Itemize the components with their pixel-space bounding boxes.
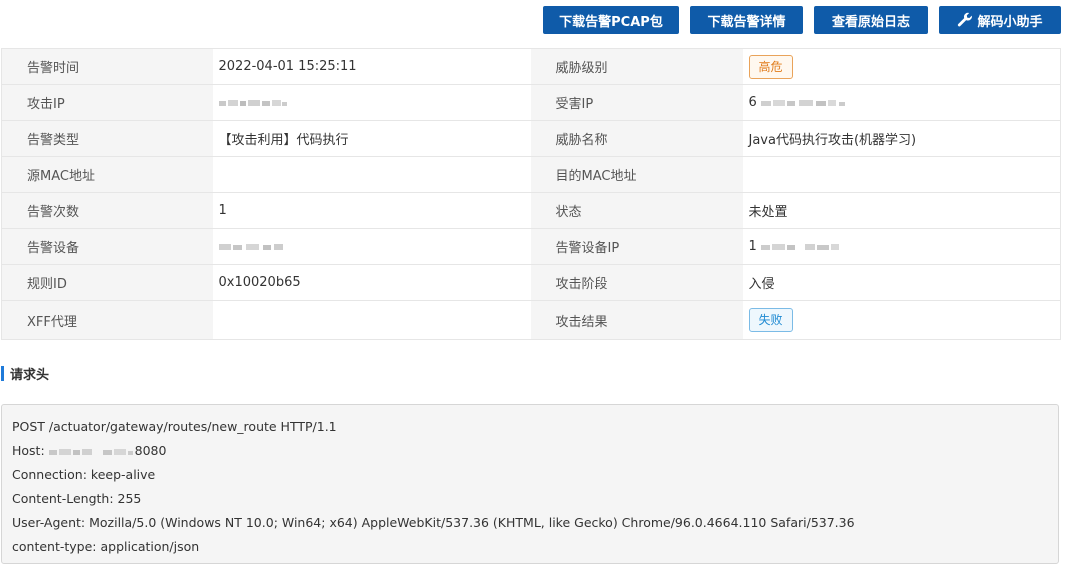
attack-ip-cell xyxy=(212,84,531,121)
status-label: 状态 xyxy=(530,192,743,229)
threat-level-badge: 高危 xyxy=(748,54,793,79)
status-value: 未处置 xyxy=(742,192,1061,229)
section-accent-bar xyxy=(1,366,4,381)
alert-device-ip-redacted xyxy=(760,243,839,250)
victim-ip-redacted xyxy=(760,99,845,106)
table-row: 告警时间 2022-04-01 15:25:11 威胁级别 高危 xyxy=(1,48,1061,85)
table-row: 攻击IP 受害IP 6 xyxy=(1,84,1061,121)
table-row: 告警次数 1 状态 未处置 xyxy=(1,192,1061,229)
content-length-line: Content-Length: 255 xyxy=(12,491,142,506)
attack-result-label: 攻击结果 xyxy=(530,300,743,340)
table-row: 规则ID 0x10020b65 攻击阶段 入侵 xyxy=(1,264,1061,301)
request-header-box[interactable]: POST /actuator/gateway/routes/new_route … xyxy=(1,404,1059,564)
download-detail-button[interactable]: 下载告警详情 xyxy=(690,6,803,34)
victim-ip-cell: 6 xyxy=(742,84,1061,121)
alert-device-ip-label: 告警设备IP xyxy=(530,228,743,265)
view-raw-log-button[interactable]: 查看原始日志 xyxy=(814,6,928,34)
request-header-section-title: 请求头 xyxy=(1,366,50,383)
host-redacted xyxy=(48,448,133,455)
victim-ip-prefix: 6 xyxy=(748,95,757,110)
wrench-icon xyxy=(957,12,973,28)
xff-label: XFF代理 xyxy=(1,300,213,340)
alert-time-value: 2022-04-01 15:25:11 xyxy=(212,48,531,85)
dst-mac-value xyxy=(742,156,1061,193)
alert-device-ip-cell: 1 xyxy=(742,228,1061,265)
alert-type-value: 【攻击利用】代码执行 xyxy=(212,120,531,157)
table-row: 告警类型 【攻击利用】代码执行 威胁名称 Java代码执行攻击(机器学习) xyxy=(1,120,1061,157)
attack-ip-label: 攻击IP xyxy=(1,84,213,121)
rule-id-label: 规则ID xyxy=(1,264,213,301)
alert-count-value: 1 xyxy=(212,192,531,229)
decode-helper-label: 解码小助手 xyxy=(977,14,1043,30)
alert-time-label: 告警时间 xyxy=(1,48,213,85)
attack-result-badge: 失败 xyxy=(748,308,793,332)
alert-count-label: 告警次数 xyxy=(1,192,213,229)
attack-stage-value: 入侵 xyxy=(742,264,1061,301)
src-mac-label: 源MAC地址 xyxy=(1,156,213,193)
threat-level-label: 威胁级别 xyxy=(530,48,743,85)
request-line: POST /actuator/gateway/routes/new_route … xyxy=(12,419,337,434)
attack-stage-label: 攻击阶段 xyxy=(530,264,743,301)
threat-name-label: 威胁名称 xyxy=(530,120,743,157)
connection-line: Connection: keep-alive xyxy=(12,467,156,482)
threat-level-cell: 高危 xyxy=(742,48,1061,85)
victim-ip-label: 受害IP xyxy=(530,84,743,121)
host-prefix: Host: xyxy=(12,443,49,458)
src-mac-value xyxy=(212,156,531,193)
xff-value xyxy=(212,300,531,340)
request-header-title: 请求头 xyxy=(10,368,50,383)
alert-type-label: 告警类型 xyxy=(1,120,213,157)
table-row: 源MAC地址 目的MAC地址 xyxy=(1,156,1061,193)
dst-mac-label: 目的MAC地址 xyxy=(530,156,743,193)
content-type-line: content-type: application/json xyxy=(12,539,200,554)
alert-info-table: 告警时间 2022-04-01 15:25:11 威胁级别 高危 攻击IP 受害… xyxy=(1,48,1061,340)
attack-result-cell: 失败 xyxy=(742,300,1061,340)
rule-id-value: 0x10020b65 xyxy=(212,264,531,301)
table-row: 告警设备 告警设备IP 1 xyxy=(1,228,1061,265)
attack-ip-redacted xyxy=(218,99,287,106)
alert-device-redacted xyxy=(218,243,283,250)
alert-device-ip-prefix: 1 xyxy=(748,239,757,254)
alert-device-label: 告警设备 xyxy=(1,228,213,265)
download-pcap-button[interactable]: 下载告警PCAP包 xyxy=(543,6,679,34)
alert-device-cell xyxy=(212,228,531,265)
toolbar: 下载告警PCAP包 下载告警详情 查看原始日志 解码小助手 xyxy=(543,6,1061,34)
host-line: Host: 8080 xyxy=(12,441,1058,465)
host-port: 8080 xyxy=(134,443,167,458)
threat-name-value: Java代码执行攻击(机器学习) xyxy=(742,120,1061,157)
table-row: XFF代理 攻击结果 失败 xyxy=(1,300,1061,340)
decode-helper-button[interactable]: 解码小助手 xyxy=(939,6,1061,34)
user-agent-line: User-Agent: Mozilla/5.0 (Windows NT 10.0… xyxy=(12,515,855,530)
